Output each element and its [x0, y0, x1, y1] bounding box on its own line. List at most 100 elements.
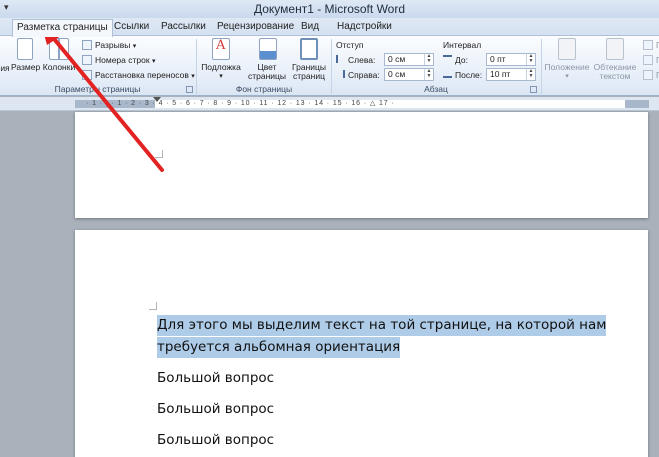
line-numbers-dropdown-icon: ▾ — [151, 58, 156, 65]
ruler-numbers: · 1 · | · 1 · 2 · 3 · 4 · 5 · 6 · 7 · 8 … — [86, 100, 395, 107]
page-borders-icon — [300, 38, 318, 60]
paragraph-2[interactable]: Большой вопрос — [157, 401, 274, 417]
page-background-group-label: Фон страницы — [235, 84, 293, 94]
page-borders-label: Границы страниц — [292, 62, 326, 81]
spacing-before-icon — [443, 55, 452, 63]
position-icon — [558, 38, 576, 60]
page-current[interactable]: Для этого мы выделим текст на той страни… — [75, 230, 648, 457]
tab-review[interactable]: Рецензирование — [213, 19, 298, 36]
spacing-after-label-text: После: — [455, 70, 483, 80]
page-previous[interactable] — [75, 112, 648, 218]
indent-left-label-text: Слева: — [348, 55, 376, 65]
orientation-button[interactable]: ия — [0, 38, 10, 73]
indent-right-input[interactable]: 0 см ▲ ▼ — [384, 68, 434, 81]
crop-mark — [155, 150, 163, 158]
orientation-label: ия — [0, 63, 10, 73]
send-backward-icon — [643, 55, 653, 65]
tab-references[interactable]: Ссылки — [110, 19, 153, 36]
selected-text-line-1[interactable]: Для этого мы выделим текст на той страни… — [157, 315, 607, 336]
group-separator — [196, 39, 197, 94]
position-button[interactable]: Положение ▾ — [544, 38, 590, 81]
page-setup-group-label: Параметры страницы — [54, 84, 141, 94]
line-numbers-button[interactable]: Номера строк ▾ — [82, 54, 155, 68]
page-borders-button[interactable]: Границы страниц — [291, 38, 327, 81]
watermark-button[interactable]: A Подложка ▾ — [199, 38, 243, 81]
columns-button[interactable]: Колонки — [40, 38, 78, 72]
paragraph-3[interactable]: Большой вопрос — [157, 432, 274, 448]
wrap-text-button[interactable]: Обтекание текстом — [592, 38, 638, 81]
position-dropdown-icon: ▾ — [565, 73, 569, 80]
selection-highlight: Для этого мы выделим текст на той страни… — [157, 315, 607, 336]
line-numbers-icon — [82, 55, 92, 65]
page-size-icon — [17, 38, 33, 60]
spacing-before-value: 0 пт — [490, 54, 506, 64]
watermark-dropdown-icon: ▾ — [219, 73, 223, 80]
paragraph-dialog-launcher-icon[interactable] — [530, 86, 537, 93]
selected-text-line-2[interactable]: требуется альбомная ориентация — [157, 337, 401, 358]
breaks-icon — [82, 40, 92, 50]
paragraph-group-label: Абзац — [424, 84, 448, 94]
wrap-text-icon — [606, 38, 624, 60]
watermark-label: Подложка — [201, 62, 241, 72]
title-bar: ▾ Документ1 - Microsoft Word — [0, 0, 659, 18]
ruler-scale: · 1 · | · 1 · 2 · 3 · 4 · 5 · 6 · 7 · 8 … — [86, 99, 646, 109]
spacing-before-label-text: До: — [455, 55, 468, 65]
indent-right-value: 0 см — [388, 69, 406, 79]
spacing-after-icon — [443, 70, 452, 78]
size-button[interactable]: Размер — [11, 38, 40, 72]
tab-view[interactable]: Вид — [297, 19, 323, 36]
horizontal-ruler[interactable]: · 1 · | · 1 · 2 · 3 · 4 · 5 · 6 · 7 · 8 … — [0, 97, 659, 111]
spacing-after-spinner-icon[interactable]: ▲ ▼ — [526, 69, 535, 80]
indent-left-value: 0 см — [388, 54, 406, 64]
ribbon-tabs: Разметка страницы Ссылки Рассылки Реценз… — [0, 18, 659, 37]
tab-page-layout[interactable]: Разметка страницы — [12, 19, 113, 37]
page-setup-dialog-launcher-icon[interactable] — [186, 86, 193, 93]
group-separator — [541, 39, 542, 94]
spacing-before-spinner-icon[interactable]: ▲ ▼ — [526, 54, 535, 65]
hyphenation-dropdown-icon: ▾ — [191, 73, 195, 80]
columns-icon — [49, 38, 69, 60]
position-label: Положение — [544, 62, 590, 72]
breaks-button[interactable]: Разрывы ▾ — [82, 39, 136, 53]
wrap-text-label: Обтекание текстом — [593, 62, 637, 81]
line-numbers-label: Номера строк — [95, 55, 150, 65]
spacing-before-input[interactable]: 0 пт ▲ ▼ — [486, 53, 536, 66]
indent-left-input[interactable]: 0 см ▲ ▼ — [384, 53, 434, 66]
columns-label: Колонки — [42, 62, 76, 72]
watermark-icon: A — [212, 38, 230, 60]
hyphenation-button[interactable]: Расстановка переносов ▾ — [82, 69, 195, 83]
group-objects-button[interactable]: Г — [643, 69, 659, 81]
indent-left-label: Слева: — [336, 54, 375, 66]
spacing-before-label: До: — [443, 54, 468, 66]
ruler-indent-marker[interactable] — [153, 97, 161, 102]
spacing-after-label: После: — [443, 69, 482, 81]
page-color-button[interactable]: Цвет страницы — [247, 38, 289, 81]
tab-mailings[interactable]: Рассылки — [157, 19, 210, 36]
bring-forward-icon — [643, 40, 653, 50]
breaks-dropdown-icon: ▾ — [132, 43, 137, 50]
page-color-label: Цвет страницы — [247, 62, 287, 81]
send-backward-button[interactable]: Г — [643, 54, 659, 66]
bring-forward-button[interactable]: П — [643, 39, 659, 51]
paragraph-1[interactable]: Большой вопрос — [157, 370, 274, 386]
indent-right-label-text: Справа: — [348, 70, 380, 80]
spacing-header: Интервал — [443, 40, 482, 50]
breaks-label: Разрывы — [95, 40, 131, 50]
window-title: Документ1 - Microsoft Word — [253, 2, 406, 16]
spacing-after-value: 10 пт — [490, 69, 511, 79]
indent-right-label: Справа: — [336, 69, 380, 81]
indent-right-icon — [336, 70, 345, 78]
group-objects-icon — [643, 70, 653, 80]
tab-add-ins[interactable]: Надстройки — [333, 19, 396, 36]
hyphenation-icon — [82, 70, 92, 80]
ribbon: ия Размер Колонки Разрывы ▾ Номера строк… — [0, 36, 659, 96]
quick-access-toolbar-dropdown-icon[interactable]: ▾ — [4, 2, 9, 13]
indent-left-spinner-icon[interactable]: ▲ ▼ — [424, 54, 433, 65]
selection-highlight: требуется альбомная ориентация — [157, 337, 401, 358]
hyphenation-label: Расстановка переносов — [95, 70, 189, 80]
indent-right-spinner-icon[interactable]: ▲ ▼ — [424, 69, 433, 80]
spacing-after-input[interactable]: 10 пт ▲ ▼ — [486, 68, 536, 81]
indent-header: Отступ — [336, 40, 364, 50]
page-color-icon — [259, 38, 277, 60]
crop-mark — [149, 302, 157, 310]
